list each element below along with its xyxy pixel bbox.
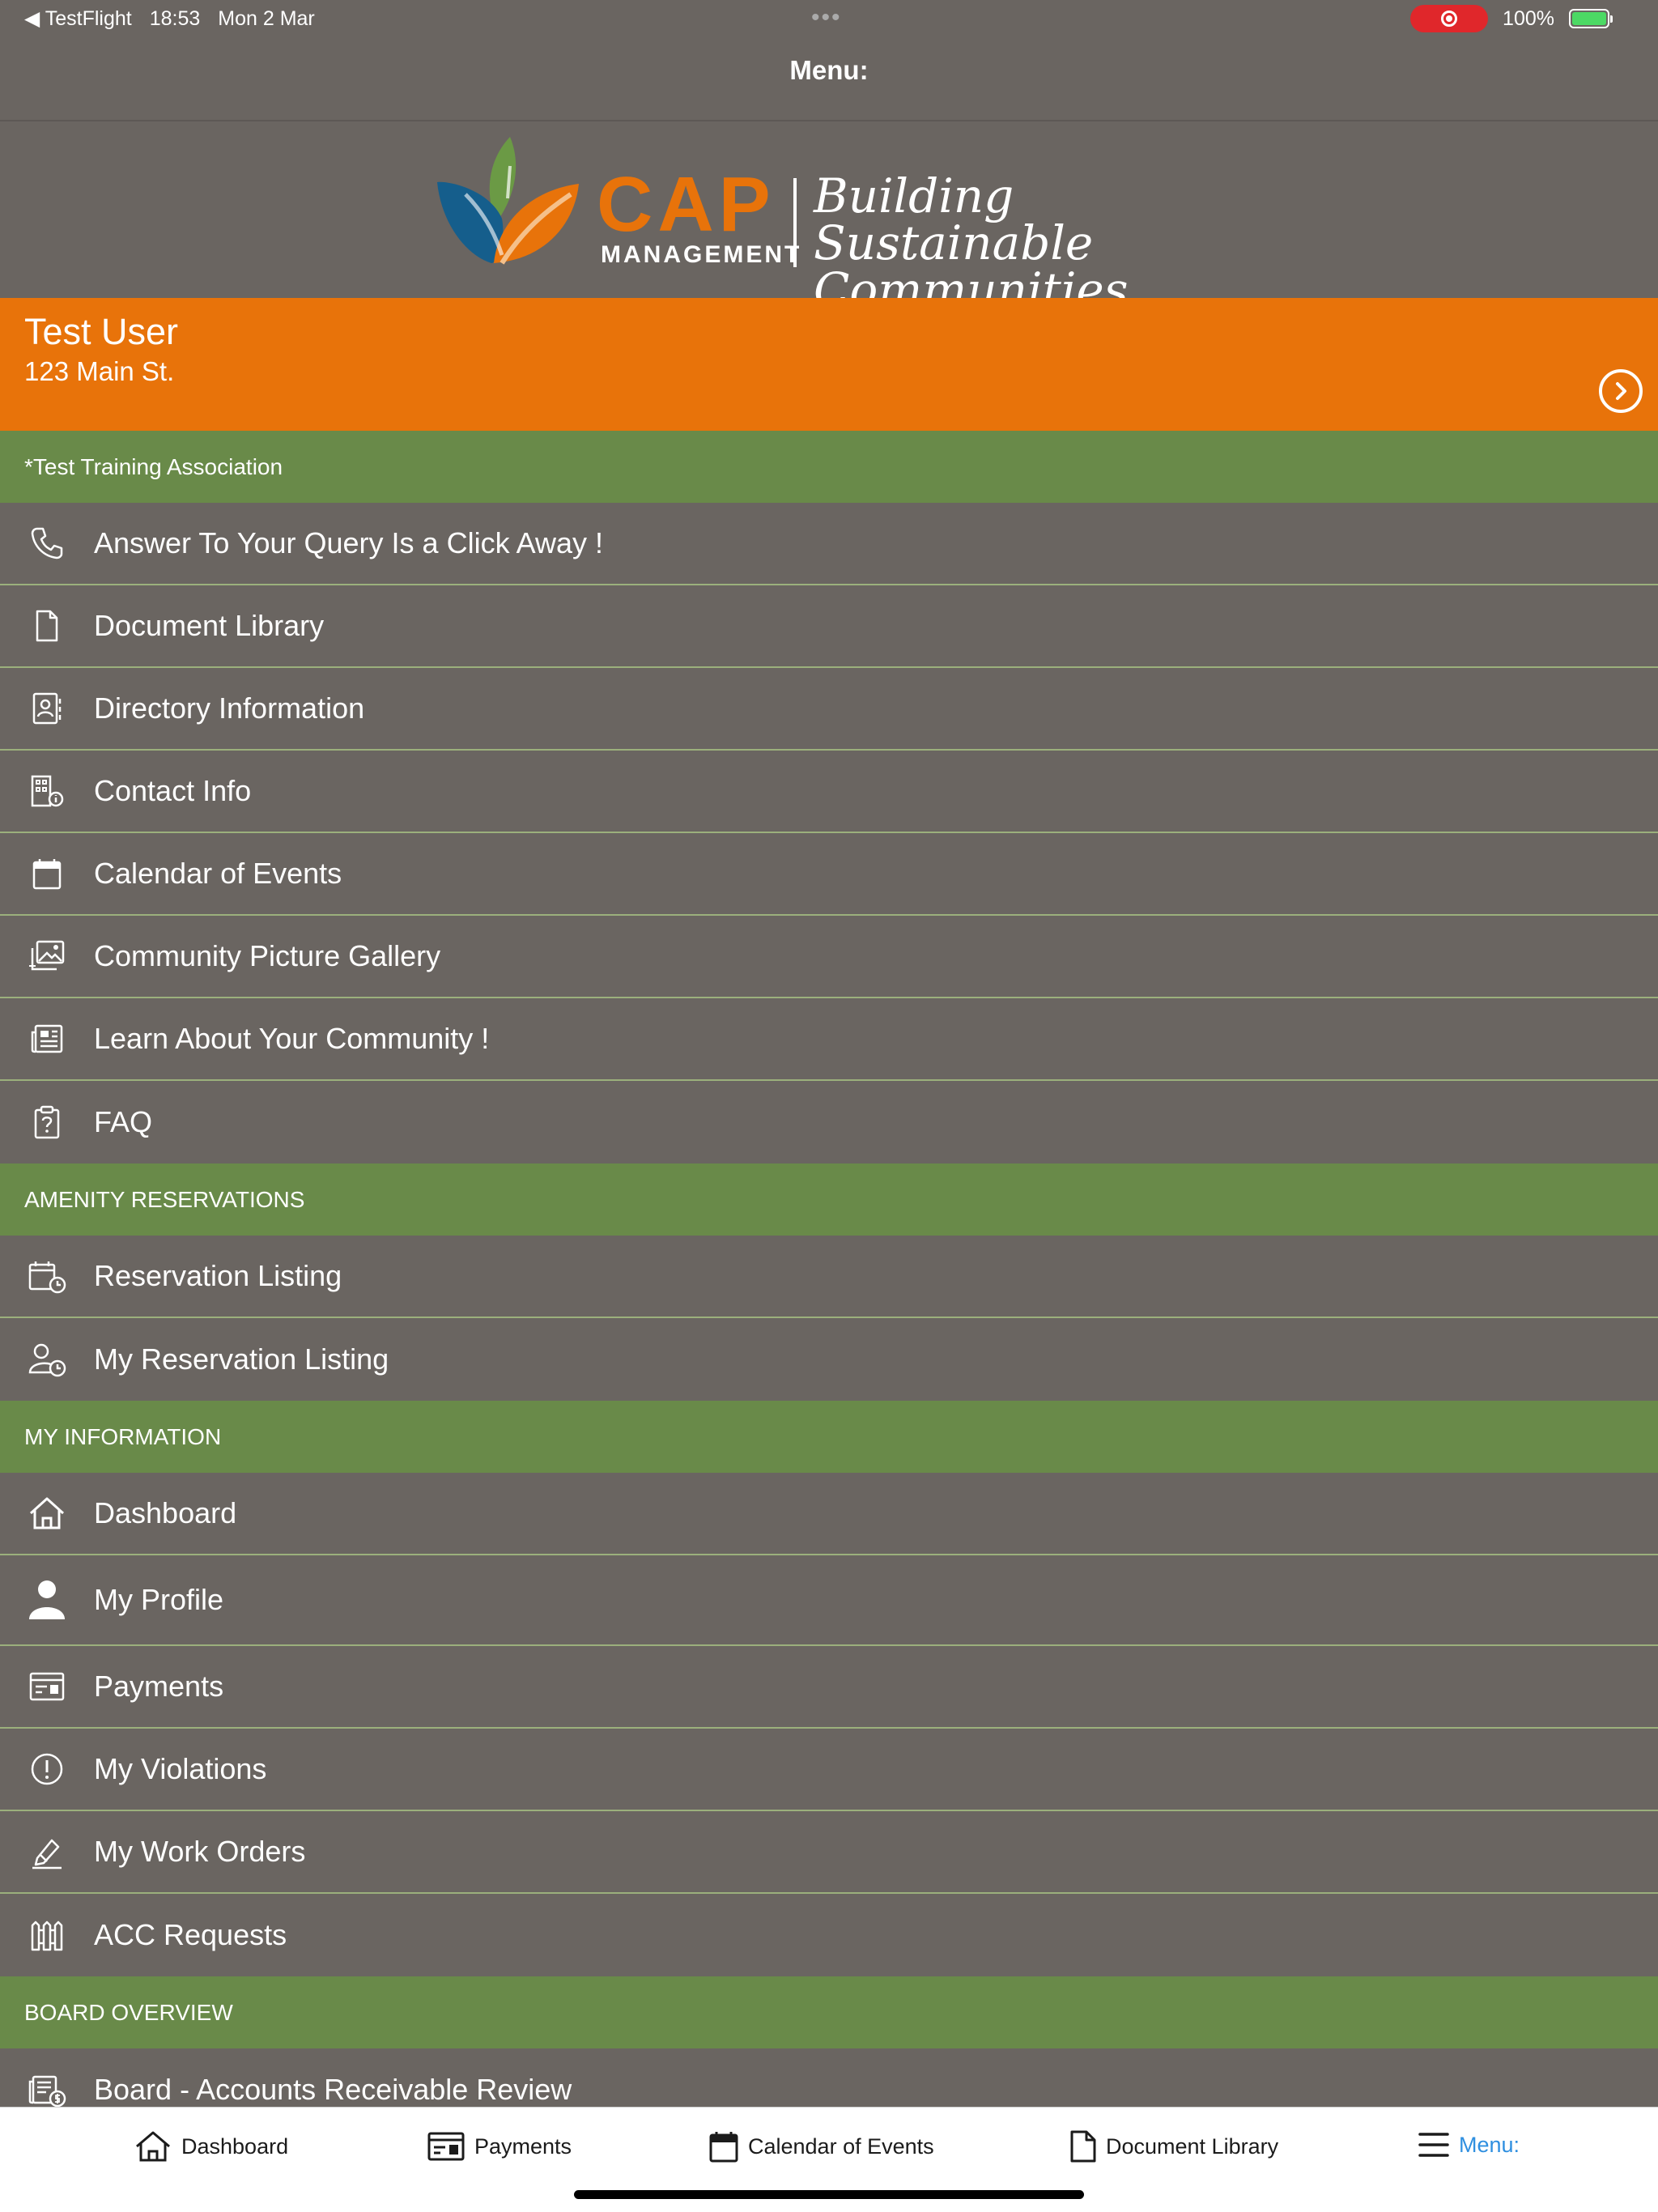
menu-item-label: ACC Requests [94, 1918, 287, 1951]
payment-card-icon [24, 1664, 70, 1709]
user-address: 123 Main St. [24, 356, 175, 386]
receivable-document-icon [24, 2067, 70, 2112]
menu-item-faq[interactable]: FAQ [0, 1081, 1658, 1163]
home-icon [136, 2131, 170, 2162]
user-banner[interactable]: Test User 123 Main St. [0, 298, 1658, 431]
calendar-icon [709, 2132, 738, 2163]
menu-item-label: FAQ [94, 1105, 153, 1138]
section-header-amenity: AMENITY RESERVATIONS [0, 1163, 1658, 1236]
logo-separator [793, 178, 797, 267]
tab-label: Menu: [1459, 2132, 1520, 2157]
clipboard-question-icon [24, 1100, 70, 1145]
tab-label: Payments [474, 2133, 572, 2159]
battery-percent: 100% [1503, 6, 1554, 30]
logo-tagline-line1: Building Sustainable [814, 168, 1094, 270]
tab-label: Calendar of Events [748, 2133, 934, 2159]
menu-item-gallery[interactable]: Community Picture Gallery [0, 916, 1658, 998]
phone-icon [24, 521, 70, 566]
menu-item-label: Payments [94, 1670, 224, 1703]
tab-document-library[interactable]: Document Library [1070, 2130, 1278, 2163]
home-indicator[interactable] [574, 2190, 1084, 2199]
user-clock-icon [24, 1337, 70, 1382]
logo-brand: CAP [597, 161, 776, 248]
menu-item-label: Calendar of Events [94, 857, 342, 890]
calendar-clock-icon [24, 1253, 70, 1299]
fence-icon [24, 1912, 70, 1958]
tab-menu[interactable]: Menu: [1418, 2130, 1520, 2159]
menu-item-payments[interactable]: Payments [0, 1646, 1658, 1729]
section-header-my-information: MY INFORMATION [0, 1401, 1658, 1473]
menu-item-query[interactable]: Answer To Your Query Is a Click Away ! [0, 503, 1658, 585]
hamburger-menu-icon [1418, 2133, 1449, 2157]
menu-item-dashboard[interactable]: Dashboard [0, 1473, 1658, 1555]
menu-item-label: Document Library [94, 609, 325, 642]
menu-item-label: My Work Orders [94, 1835, 306, 1868]
tab-payments[interactable]: Payments [427, 2130, 572, 2163]
status-time: 18:53 [149, 6, 201, 30]
menu-item-my-reservation-listing[interactable]: My Reservation Listing [0, 1318, 1658, 1401]
screen-recording-indicator[interactable] [1410, 5, 1489, 32]
address-book-icon [24, 686, 70, 731]
menu-item-label: Dashboard [94, 1496, 237, 1529]
tab-label: Dashboard [181, 2133, 289, 2159]
menu-item-reservation-listing[interactable]: Reservation Listing [0, 1236, 1658, 1318]
page-title: Menu: [789, 55, 869, 85]
menu-item-my-profile[interactable]: My Profile [0, 1555, 1658, 1646]
menu-item-label: Reservation Listing [94, 1259, 342, 1292]
building-info-icon [24, 768, 70, 814]
menu-item-label: My Reservation Listing [94, 1342, 389, 1376]
menu-item-calendar[interactable]: Calendar of Events [0, 833, 1658, 916]
section-header-board-overview: BOARD OVERVIEW [0, 1976, 1658, 2048]
leaf-logo-icon [437, 137, 579, 265]
chevron-right-icon[interactable] [1599, 369, 1643, 413]
section-header-association: *Test Training Association [0, 431, 1658, 503]
cap-management-logo: CAP MANAGEMENT Building Sustainable Comm… [433, 134, 1226, 313]
menu-item-label: Contact Info [94, 774, 252, 807]
battery-icon [1569, 9, 1613, 28]
edit-pen-icon [24, 1829, 70, 1874]
newspaper-icon [24, 1016, 70, 1061]
status-bar: ◀ TestFlight 18:53 Mon 2 Mar ••• 100% [0, 0, 1658, 39]
user-name: Test User [24, 311, 179, 352]
image-gallery-icon [24, 934, 70, 979]
multitasking-dots[interactable]: ••• [811, 6, 842, 30]
document-icon [24, 603, 70, 649]
menu-item-label: My Violations [94, 1752, 267, 1785]
record-icon [1441, 11, 1458, 27]
menu-item-label: Board - Accounts Receivable Review [94, 2073, 572, 2106]
menu-item-contact[interactable]: Contact Info [0, 751, 1658, 833]
home-icon [24, 1491, 70, 1536]
menu-item-my-work-orders[interactable]: My Work Orders [0, 1811, 1658, 1894]
menu-item-directory[interactable]: Directory Information [0, 668, 1658, 751]
alert-circle-icon [24, 1746, 70, 1792]
calendar-icon [24, 851, 70, 896]
tab-label: Document Library [1106, 2133, 1279, 2159]
logo-tagline: Building Sustainable Communities [814, 172, 1226, 313]
menu-item-label: Answer To Your Query Is a Click Away ! [94, 526, 603, 559]
nav-divider [0, 120, 1658, 121]
user-icon [24, 1577, 70, 1623]
tab-dashboard[interactable]: Dashboard [134, 2130, 288, 2163]
side-menu: *Test Training Association Answer To You… [0, 431, 1658, 2131]
menu-item-label: Community Picture Gallery [94, 939, 441, 972]
payment-card-icon [427, 2132, 465, 2161]
menu-item-label: My Profile [94, 1583, 224, 1616]
tab-calendar[interactable]: Calendar of Events [709, 2130, 934, 2163]
document-icon [1070, 2130, 1096, 2163]
menu-item-learn[interactable]: Learn About Your Community ! [0, 998, 1658, 1081]
menu-item-my-violations[interactable]: My Violations [0, 1729, 1658, 1811]
logo-brand-sub: MANAGEMENT [601, 241, 802, 268]
menu-item-label: Learn About Your Community ! [94, 1022, 490, 1055]
menu-item-acc-requests[interactable]: ACC Requests [0, 1894, 1658, 1976]
menu-item-document-library[interactable]: Document Library [0, 585, 1658, 668]
status-date: Mon 2 Mar [218, 6, 315, 30]
back-to-testflight[interactable]: ◀ TestFlight [24, 6, 132, 31]
menu-item-label: Directory Information [94, 691, 365, 725]
